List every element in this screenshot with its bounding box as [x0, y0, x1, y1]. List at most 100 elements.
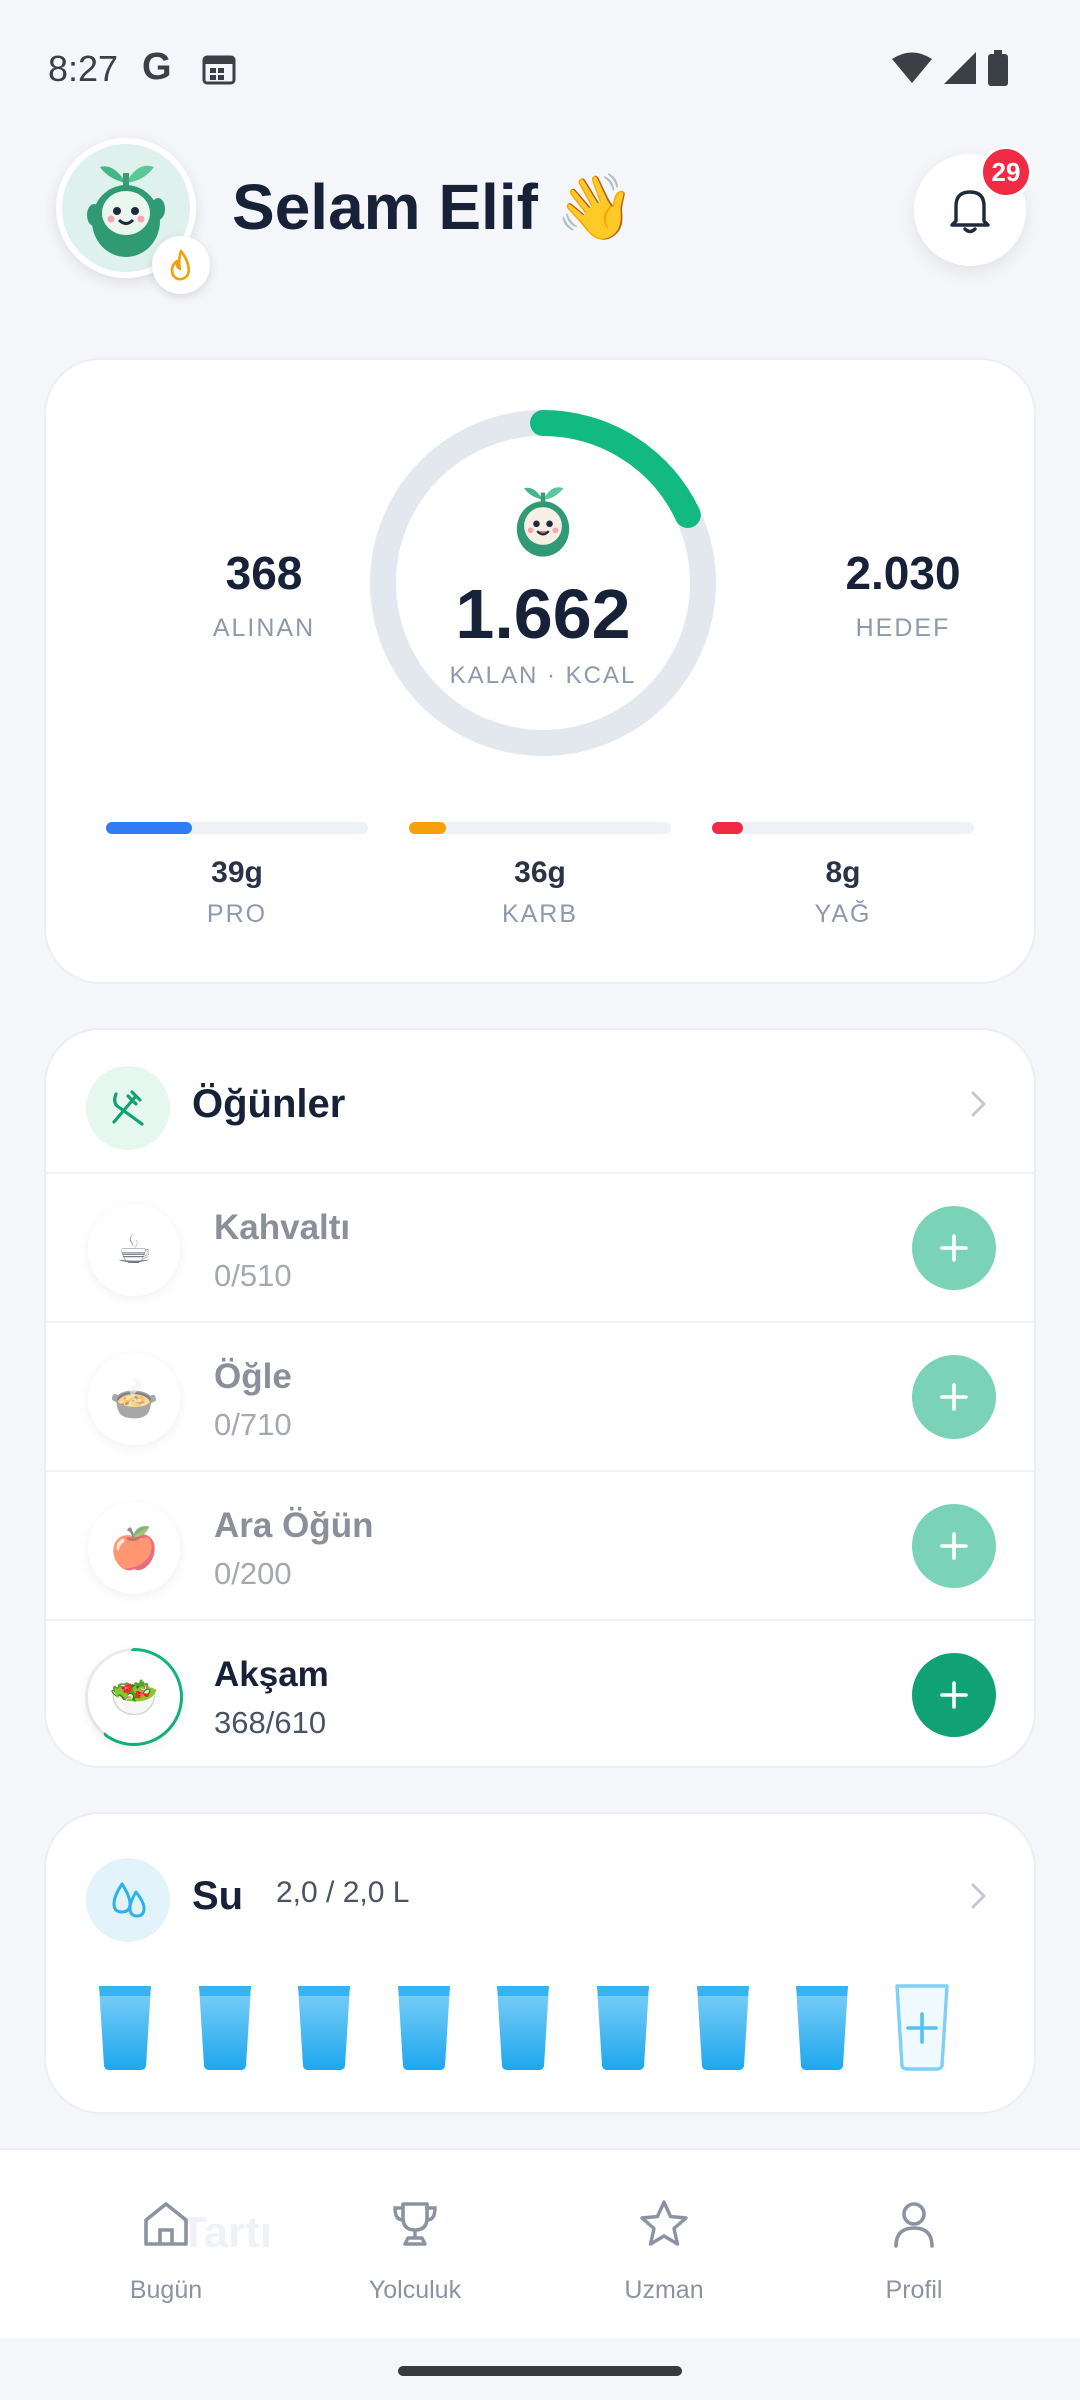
- greeting-title: Selam Elif 👋: [232, 171, 636, 243]
- streak-badge[interactable]: [152, 236, 210, 294]
- flame-icon: [170, 249, 191, 281]
- fork-knife-icon: [112, 1090, 144, 1126]
- pot-icon: 🍲: [88, 1353, 180, 1445]
- battery-icon: [988, 50, 1008, 86]
- nav-journey[interactable]: Yolculuk: [315, 2198, 515, 2305]
- macro-value-protein: 39g: [211, 856, 263, 889]
- macro-fill-protein: [106, 822, 193, 834]
- trophy-icon: [393, 2202, 437, 2246]
- meals-card: Öğünler ☕ Kahvaltı 0/510 🍲 Öğle 0/710 🍎 …: [44, 1028, 1036, 1768]
- status-bar: 8:27 G: [0, 0, 1080, 140]
- system-icons: [892, 50, 1008, 86]
- meals-header[interactable]: Öğünler: [46, 1030, 1034, 1174]
- macro-track: [409, 822, 671, 834]
- chevron-right-icon[interactable]: [970, 1882, 988, 1910]
- macro-track: [712, 822, 974, 834]
- target-stat: 2.030 HEDEF: [793, 546, 1013, 643]
- water-header[interactable]: Su 2,0 / 2,0 L: [46, 1814, 1038, 1944]
- macro-protein: 39g PRO: [106, 822, 368, 929]
- notification-count-badge: 29: [980, 146, 1032, 198]
- water-title: Su: [192, 1874, 244, 1918]
- meal-name: Ara Öğün: [214, 1506, 374, 1545]
- plus-icon: [940, 1532, 968, 1560]
- plus-icon: [940, 1234, 968, 1262]
- plus-icon: [940, 1681, 968, 1709]
- add-snack-button[interactable]: [912, 1504, 996, 1588]
- consumed-label: ALINAN: [212, 614, 316, 642]
- water-cup-filled[interactable]: [694, 1982, 752, 2072]
- coffee-icon: ☕: [88, 1204, 180, 1296]
- consumed-stat: 368 ALINAN: [154, 546, 374, 643]
- meal-name: Öğle: [214, 1357, 292, 1396]
- droplets-icon: [112, 1882, 146, 1918]
- apple-icon: 🍎: [88, 1502, 180, 1594]
- meal-row-lunch[interactable]: 🍲 Öğle 0/710: [46, 1323, 1034, 1472]
- nav-today-label: Bugün: [129, 2276, 203, 2304]
- meal-row-breakfast[interactable]: ☕ Kahvaltı 0/510: [46, 1174, 1034, 1323]
- meal-row-dinner[interactable]: 🥗 Akşam 368/610: [46, 1621, 1034, 1766]
- water-cup-filled[interactable]: [594, 1982, 652, 2072]
- calorie-ring[interactable]: 1.662 KALAN · KCAL: [368, 408, 718, 758]
- meal-row-snack[interactable]: 🍎 Ara Öğün 0/200: [46, 1472, 1034, 1621]
- macro-carbs: 36g KARB: [409, 822, 671, 929]
- meal-name: Akşam: [214, 1655, 329, 1694]
- nav-profile[interactable]: Profil: [814, 2198, 1014, 2305]
- meals-title: Öğünler: [192, 1082, 346, 1126]
- home-icon: [144, 2202, 188, 2246]
- add-lunch-button[interactable]: [912, 1355, 996, 1439]
- calorie-summary-card: 368 ALINAN 1.662 KALAN · KCAL 2.030 HEDE…: [44, 358, 1036, 984]
- macro-value-carbs: 36g: [514, 856, 566, 889]
- target-label: HEDEF: [855, 614, 951, 642]
- macro-fill-carbs: [409, 822, 446, 834]
- meal-name: Kahvaltı: [214, 1208, 351, 1247]
- star-icon: [640, 2200, 688, 2246]
- macro-fat: 8g YAĞ: [712, 822, 974, 929]
- water-cup-filled[interactable]: [96, 1982, 154, 2072]
- status-time: 8:27: [48, 48, 119, 89]
- target-value: 2.030: [845, 547, 961, 599]
- meal-calories: 0/200: [214, 1556, 292, 1591]
- add-breakfast-button[interactable]: [912, 1206, 996, 1290]
- wifi-icon: [892, 52, 932, 83]
- utensils-icon: [86, 1066, 170, 1150]
- macro-label-fat: YAĞ: [814, 900, 872, 928]
- google-icon: G: [142, 46, 172, 88]
- water-cups: [96, 1982, 996, 2074]
- meal-calories: 0/510: [214, 1258, 292, 1293]
- calendar-icon: [202, 55, 236, 85]
- water-drop-icon: [86, 1858, 170, 1942]
- profile-icon: [894, 2202, 934, 2248]
- water-cup-filled[interactable]: [196, 1982, 254, 2072]
- consumed-value: 368: [225, 547, 303, 599]
- water-amount: 2,0 / 2,0 L: [276, 1876, 410, 1909]
- water-card: Su 2,0 / 2,0 L: [44, 1812, 1036, 2114]
- add-water-cup-button[interactable]: [893, 1982, 951, 2072]
- macro-track: [106, 822, 368, 834]
- water-cup-filled[interactable]: [295, 1982, 353, 2072]
- salad-icon: 🥗: [88, 1651, 180, 1743]
- water-cup-filled[interactable]: [793, 1982, 851, 2072]
- nav-expert-label: Uzman: [624, 2276, 704, 2304]
- water-cup-filled[interactable]: [494, 1982, 552, 2072]
- signal-icon: [944, 52, 976, 84]
- nav-profile-label: Profil: [885, 2276, 943, 2304]
- bell-icon: [950, 190, 990, 234]
- water-cup-filled[interactable]: [395, 1982, 453, 2072]
- remaining-calories-label: KALAN · KCAL: [449, 662, 637, 689]
- macro-label-carbs: KARB: [501, 900, 579, 928]
- chevron-right-icon[interactable]: [970, 1090, 988, 1118]
- home-indicator[interactable]: [398, 2366, 682, 2376]
- remaining-calories-value: 1.662: [455, 575, 631, 653]
- mascot-icon: [516, 487, 570, 557]
- nav-journey-label: Yolculuk: [368, 2276, 462, 2304]
- nav-expert[interactable]: Uzman: [564, 2198, 764, 2305]
- meal-calories: 0/710: [214, 1407, 292, 1442]
- nav-today[interactable]: Bugün: [66, 2198, 266, 2305]
- macro-value-fat: 8g: [825, 856, 861, 889]
- plus-icon: [940, 1383, 968, 1411]
- bottom-navigation: Tartı Bugün Yolculuk Uzman Profil: [0, 2148, 1080, 2338]
- add-dinner-button[interactable]: [912, 1653, 996, 1737]
- macro-fill-fat: [712, 822, 744, 834]
- meal-calories: 368/610: [214, 1705, 327, 1740]
- macro-label-protein: PRO: [206, 900, 268, 928]
